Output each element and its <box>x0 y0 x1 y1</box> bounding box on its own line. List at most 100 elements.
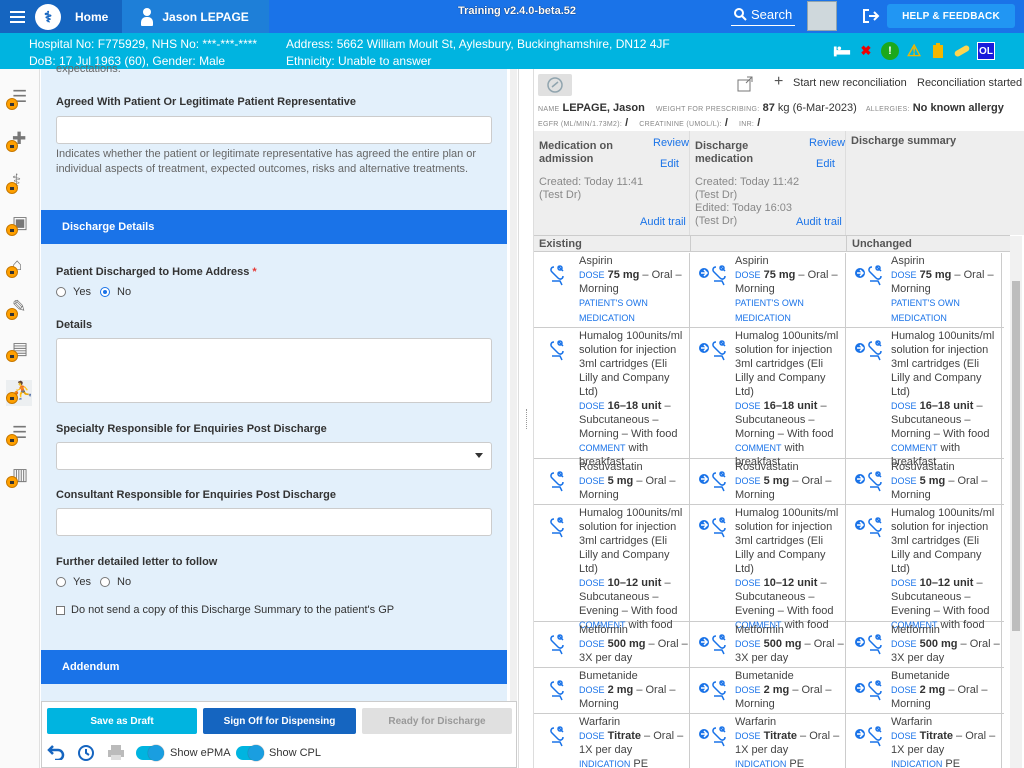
agreed-input[interactable] <box>56 116 492 144</box>
medication-row[interactable]: Metformin DOSE 500 mg – Oral – 3X per day… <box>534 622 1004 668</box>
search-button[interactable]: Search <box>731 4 796 26</box>
medication-row[interactable]: Humalog 100units/ml solution for injecti… <box>534 505 1004 631</box>
medication-icon <box>550 340 564 361</box>
consultant-label: Consultant Responsible for Enquiries Pos… <box>56 489 336 501</box>
home-breadcrumb[interactable]: ⚕ Home <box>0 0 123 33</box>
medication-cell[interactable]: Metformin DOSE 500 mg – Oral – 3X per day <box>534 622 690 667</box>
linked-medication-icon <box>855 265 882 286</box>
sidebar-item-briefcase[interactable]: ▤ <box>6 338 32 364</box>
unlink-button[interactable] <box>538 74 572 96</box>
audit-trail-admission-link[interactable]: Audit trail <box>640 216 686 228</box>
home-address-yes-radio[interactable]: Yes <box>56 286 91 298</box>
medication-cell[interactable]: Bumetanide DOSE 2 mg – Oral – Morning <box>846 668 1002 713</box>
top-nav-bar: ⚕ Home Jason LEPAGE Training v2.4.0-beta… <box>0 0 1024 33</box>
save-draft-button[interactable]: Save as Draft <box>47 708 197 734</box>
undo-icon[interactable] <box>47 744 65 760</box>
medication-cell[interactable]: Metformin DOSE 500 mg – Oral – 3X per day <box>846 622 1002 667</box>
group-existing-label: Existing <box>539 238 582 250</box>
sign-off-button[interactable]: Sign Off for Dispensing <box>203 708 356 734</box>
warning-icon[interactable]: ⚠ <box>905 42 923 60</box>
patient-name-label: Jason LEPAGE <box>162 9 249 24</box>
start-reconciliation-button[interactable]: Start new reconciliation <box>793 77 907 89</box>
medication-cell[interactable]: Humalog 100units/ml solution for injecti… <box>690 328 846 468</box>
medication-cell[interactable]: Rosuvastatin DOSE 5 mg – Oral – Morning <box>846 459 1002 504</box>
medication-cell[interactable]: Warfarin DOSE Titrate – Oral – 1X per day… <box>690 714 846 768</box>
pill-icon[interactable] <box>953 42 971 60</box>
cut-off-text: expectations. <box>56 63 121 75</box>
medication-cell[interactable]: Warfarin DOSE Titrate – Oral – 1X per day… <box>534 714 690 768</box>
medication-cell[interactable]: Humalog 100units/ml solution for injecti… <box>534 505 690 631</box>
medication-cell[interactable]: Metformin DOSE 500 mg – Oral – 3X per day <box>690 622 846 667</box>
training-version-label: Training v2.4.0-beta.52 <box>458 5 576 17</box>
exclamation-alert-icon[interactable]: ! <box>881 42 899 60</box>
medication-cell[interactable]: Humalog 100units/ml solution for injecti… <box>846 328 1002 468</box>
hamburger-menu-icon[interactable] <box>10 10 25 23</box>
cross-alert-icon[interactable]: ✖ <box>857 42 875 60</box>
form-scrollbar[interactable] <box>510 69 517 701</box>
discharge-details-header[interactable]: Discharge Details <box>41 210 507 244</box>
medication-cell[interactable]: Bumetanide DOSE 2 mg – Oral – Morning <box>534 668 690 713</box>
review-discharge-link[interactable]: Review <box>809 137 845 149</box>
specialty-select[interactable] <box>56 442 492 470</box>
print-icon[interactable] <box>107 744 125 761</box>
audit-trail-discharge-link[interactable]: Audit trail <box>796 216 842 228</box>
hospital-number: Hospital No: F775929, NHS No: ***-***-**… <box>29 37 258 51</box>
consultant-input[interactable] <box>56 508 492 536</box>
allergies-value: No known allergy <box>912 102 1004 114</box>
weight-value: 87 <box>762 102 775 114</box>
medication-cell[interactable]: Aspirin DOSE 75 mg – Oral – Morning PATIEN… <box>846 253 1002 327</box>
sidebar-item-clinical[interactable]: ⚕ <box>6 170 32 196</box>
pane-splitter[interactable] <box>518 69 534 768</box>
clipboard-icon[interactable] <box>929 42 947 60</box>
show-epma-toggle[interactable] <box>136 745 164 761</box>
export-icon[interactable] <box>737 76 753 92</box>
medication-cell[interactable]: Humalog 100units/ml solution for injecti… <box>534 328 690 468</box>
ready-for-discharge-button[interactable]: Ready for Discharge <box>362 708 512 734</box>
medication-cell[interactable]: Bumetanide DOSE 2 mg – Oral – Morning <box>690 668 846 713</box>
agreed-label: Agreed With Patient Or Legitimate Patien… <box>56 96 357 108</box>
sidebar-item-home[interactable]: ⌂ <box>6 254 32 280</box>
review-admission-link[interactable]: Review <box>653 137 689 149</box>
medication-icon <box>550 726 564 747</box>
history-icon[interactable] <box>77 744 95 762</box>
sidebar-item-tasks[interactable]: ☰ <box>6 422 32 448</box>
edit-discharge-link[interactable]: Edit <box>816 158 835 170</box>
home-address-no-radio[interactable]: No <box>100 286 131 298</box>
medication-row[interactable]: Warfarin DOSE Titrate – Oral – 1X per day… <box>534 714 1004 768</box>
bed-icon[interactable] <box>833 42 851 60</box>
medication-row[interactable]: Humalog 100units/ml solution for injecti… <box>534 328 1004 468</box>
help-feedback-button[interactable]: HELP & FEEDBACK <box>887 4 1015 28</box>
sidebar-item-camera[interactable]: ▣ <box>6 212 32 238</box>
user-avatar[interactable] <box>807 1 837 31</box>
logout-icon[interactable] <box>862 8 880 24</box>
gp-copy-checkbox[interactable]: Do not send a copy of this Discharge Sum… <box>56 604 394 616</box>
medication-cell[interactable]: Aspirin DOSE 75 mg – Oral – Morning PATIEN… <box>534 253 690 327</box>
medication-row[interactable]: Rosuvastatin DOSE 5 mg – Oral – Morning Ro… <box>534 459 1004 505</box>
medication-row[interactable]: Bumetanide DOSE 2 mg – Oral – Morning Bume… <box>534 668 1004 714</box>
show-cpl-toggle[interactable] <box>236 745 264 761</box>
medication-row[interactable]: Aspirin DOSE 75 mg – Oral – Morning PATIEN… <box>534 253 1004 328</box>
ol-badge[interactable]: OL <box>977 42 995 60</box>
sidebar-item-add[interactable]: ✚ <box>6 128 32 154</box>
letter-yes-radio[interactable]: Yes <box>56 576 91 588</box>
reconciliation-toolbar: + Start new reconciliation Reconciliatio… <box>534 69 1024 99</box>
patient-breadcrumb[interactable]: Jason LEPAGE <box>122 0 269 33</box>
medication-cell[interactable]: Humalog 100units/ml solution for injecti… <box>846 505 1002 631</box>
reconciliation-scrollbar[interactable] <box>1010 236 1022 768</box>
lock-icon <box>6 98 18 110</box>
sidebar-item-edit[interactable]: ✎ <box>6 296 32 322</box>
medication-cell[interactable]: Rosuvastatin DOSE 5 mg – Oral – Morning <box>534 459 690 504</box>
medication-cell[interactable]: Warfarin DOSE Titrate – Oral – 1X per day… <box>846 714 1002 768</box>
edit-admission-link[interactable]: Edit <box>660 158 679 170</box>
sidebar-item-checklist[interactable]: ☰ <box>6 86 32 112</box>
sidebar-item-billing[interactable]: ▥ <box>6 464 32 490</box>
details-textarea[interactable] <box>56 338 492 403</box>
recon-patient-name: LEPAGE, Jason <box>562 102 645 114</box>
addendum-header[interactable]: Addendum <box>41 650 507 684</box>
patient-address: Address: 5662 William Moult St, Aylesbur… <box>286 37 670 51</box>
medication-cell[interactable]: Humalog 100units/ml solution for injecti… <box>690 505 846 631</box>
medication-cell[interactable]: Aspirin DOSE 75 mg – Oral – Morning PATIEN… <box>690 253 846 327</box>
letter-no-radio[interactable]: No <box>100 576 131 588</box>
sidebar-item-discharge[interactable]: ⛹ <box>6 380 33 406</box>
medication-cell[interactable]: Rosuvastatin DOSE 5 mg – Oral – Morning <box>690 459 846 504</box>
